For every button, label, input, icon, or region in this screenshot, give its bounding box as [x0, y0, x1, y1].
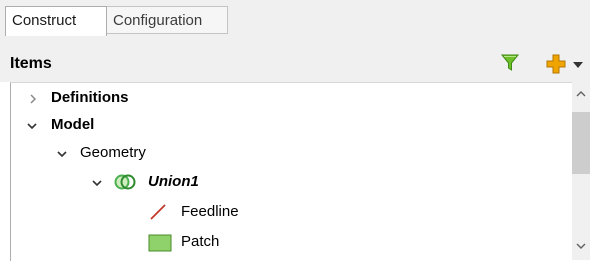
items-header: Items [0, 40, 590, 82]
rectangle-icon [148, 234, 172, 252]
items-title: Items [10, 55, 52, 72]
tree-label-patch: Patch [181, 233, 220, 250]
tree-item-definitions[interactable]: Definitions [11, 85, 571, 111]
tab-construct[interactable]: Construct [5, 6, 107, 36]
scroll-down-icon[interactable] [575, 240, 587, 252]
tab-bar: Construct Configuration [0, 0, 590, 40]
tree-item-union1[interactable]: Union1 [11, 169, 571, 195]
chevron-down-icon[interactable] [91, 177, 103, 189]
scroll-up-icon[interactable] [575, 88, 587, 100]
tree-label-feedline: Feedline [181, 203, 239, 220]
items-tree: Definitions Model Geometry Union1 Feedli… [10, 82, 590, 261]
scrollbar-thumb[interactable] [572, 112, 590, 174]
tree-label-definitions: Definitions [51, 89, 129, 106]
tree-item-model[interactable]: Model [11, 112, 571, 138]
union-icon [114, 174, 136, 190]
tree-item-patch[interactable]: Patch [11, 229, 571, 255]
chevron-right-icon[interactable] [27, 93, 39, 105]
chevron-down-icon[interactable] [572, 60, 584, 70]
tree-label-model: Model [51, 116, 95, 133]
filter-funnel-icon[interactable] [500, 53, 520, 73]
line-icon [150, 204, 166, 220]
tree-item-feedline[interactable]: Feedline [11, 199, 571, 225]
tree-label-geometry: Geometry [80, 144, 146, 161]
chevron-down-icon[interactable] [56, 148, 68, 160]
add-plus-icon[interactable] [545, 53, 567, 75]
tree-item-geometry[interactable]: Geometry [11, 140, 571, 166]
chevron-down-icon[interactable] [26, 120, 38, 132]
tree-label-union1: Union1 [148, 173, 199, 190]
tab-configuration[interactable]: Configuration [107, 6, 228, 34]
